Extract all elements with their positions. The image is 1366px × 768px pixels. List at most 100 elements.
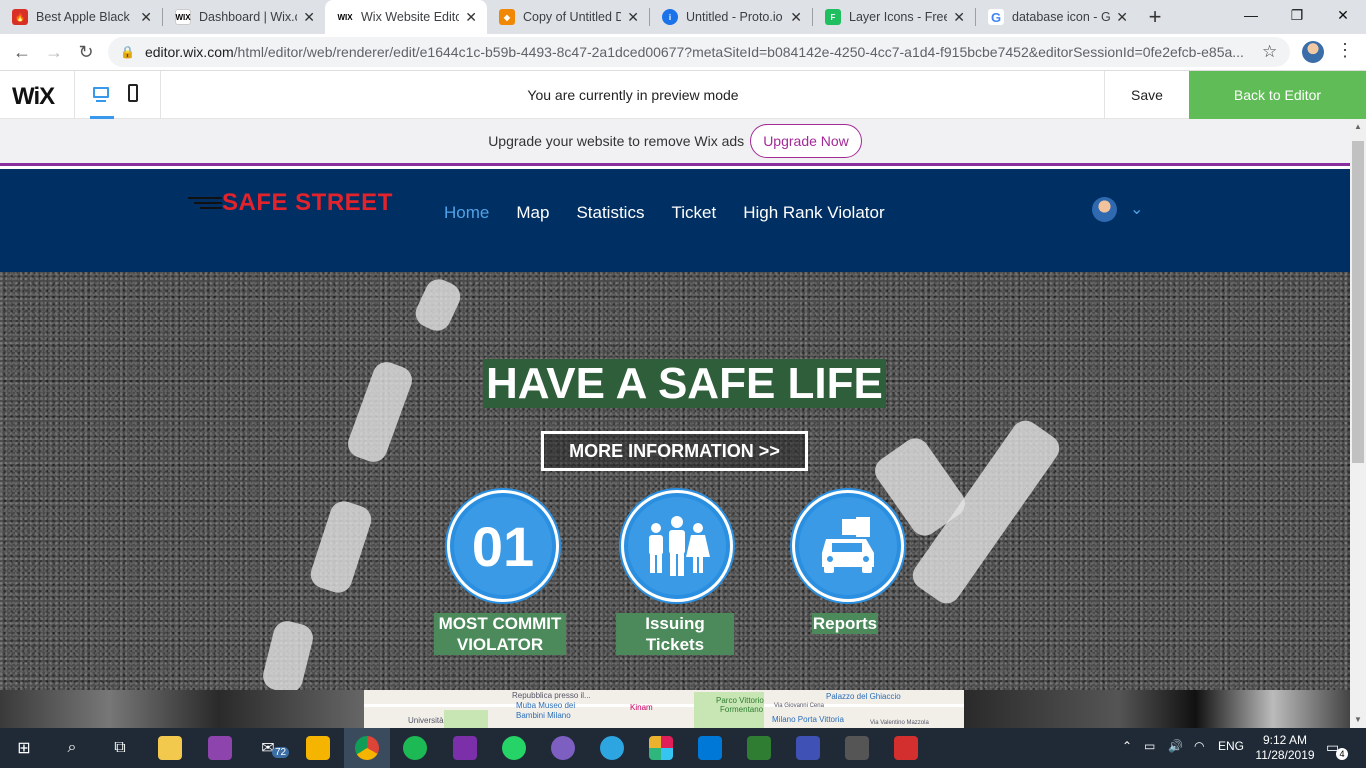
browser-tab[interactable]: G database icon - Go ✕ [976,0,1138,34]
save-button[interactable]: Save [1105,71,1189,119]
window-controls: — ❐ ✕ [1228,0,1366,30]
close-icon[interactable]: ✕ [627,9,639,26]
tab-label: Best Apple Black F [36,10,134,24]
upgrade-message: Upgrade your website to remove Wix ads [488,133,745,149]
close-icon[interactable]: ✕ [303,9,315,26]
feature-reports[interactable] [792,490,904,602]
nav-item-high-rank-violator[interactable]: High Rank Violator [743,203,884,223]
browser-tab[interactable]: WIX Dashboard | Wix.c ✕ [163,0,325,34]
people-group-icon [649,516,710,576]
nav-item-ticket[interactable]: Ticket [671,203,716,223]
chevron-down-icon[interactable]: ⌄ [1130,199,1143,219]
feature-label: Issuing Tickets [616,613,734,655]
whatsapp-icon[interactable] [502,736,526,760]
browser-tab-active[interactable]: WIX Wix Website Edito ✕ [325,0,487,34]
close-icon[interactable]: ✕ [953,9,965,26]
road-paint [260,618,316,690]
vscode-icon[interactable] [698,736,722,760]
upgrade-now-button[interactable]: Upgrade Now [750,124,862,158]
onenote-icon[interactable] [453,736,477,760]
task-view-icon[interactable]: ⧉ [108,736,132,760]
feature-label: Reports [812,613,878,634]
minimize-icon[interactable]: — [1228,0,1274,30]
map-label: Palazzo del Ghiaccio [826,692,901,701]
url-text: editor.wix.com/html/editor/web/renderer/… [144,44,1244,60]
speed-lines-icon [188,193,222,213]
more-information-button[interactable]: MORE INFORMATION >> [541,431,808,471]
bookmark-star-icon[interactable]: ☆ [1262,42,1277,62]
nav-item-statistics[interactable]: Statistics [576,203,644,223]
page-scrollbar[interactable]: ▲ ▼ [1350,119,1366,729]
close-window-icon[interactable]: ✕ [1320,0,1366,30]
google-icon: G [988,9,1004,25]
feature-most-commit-violator[interactable]: 01 [447,490,559,602]
clock[interactable]: 9:12 AM 11/28/2019 [1252,733,1318,763]
photos-icon[interactable] [845,736,869,760]
map-label: Università [408,716,444,725]
back-to-editor-button[interactable]: Back to Editor [1189,71,1366,119]
close-icon[interactable]: ✕ [140,9,152,26]
scroll-up-icon[interactable]: ▲ [1354,122,1362,131]
file-explorer-icon[interactable] [306,736,330,760]
clock-time: 9:12 AM [1262,733,1308,747]
volume-icon[interactable]: 🔊 [1168,739,1183,753]
windows-start-icon[interactable]: ⊞ [12,736,36,760]
hero-title: HAVE A SAFE LIFE [483,359,886,408]
wifi-icon[interactable]: ◠ [1194,739,1204,753]
browser-tab[interactable]: F Layer Icons - Free ✕ [813,0,975,34]
back-arrow-icon[interactable]: ← [6,42,38,63]
feature-label: MOST COMMIT VIOLATOR [434,613,566,655]
language-indicator[interactable]: ENG [1218,739,1244,753]
city-image [964,690,1350,728]
spotify-icon[interactable] [403,736,427,760]
visual-studio-icon[interactable] [208,736,232,760]
nav-item-map[interactable]: Map [516,203,549,223]
map-label: Via Valentino Mazzola [870,720,929,726]
battery-icon[interactable]: ▭ [1144,739,1155,753]
search-icon[interactable]: ⌕ [60,736,84,760]
scroll-down-icon[interactable]: ▼ [1354,715,1362,724]
reload-icon[interactable]: ↻ [70,42,102,63]
scroll-thumb[interactable] [1352,141,1364,463]
close-icon[interactable]: ✕ [1116,9,1128,26]
tab-label: Wix Website Edito [361,10,459,24]
map-park [444,710,488,728]
forward-arrow-icon[interactable]: → [38,42,70,63]
acrobat-icon[interactable] [894,736,918,760]
site-header: SAFE STREET Home Map Statistics Ticket H… [0,169,1350,272]
close-icon[interactable]: ✕ [465,9,477,26]
feature-issuing-tickets[interactable] [621,490,733,602]
road-paint [344,358,416,466]
profile-avatar[interactable] [1302,41,1324,63]
member-avatar[interactable] [1092,197,1117,222]
map-label: Bambini Milano [516,711,571,720]
map-embed[interactable]: Repubblica presso il... Muba Museo dei B… [364,690,964,728]
map-label: Via Giovanni Cena [774,703,824,709]
browser-tab[interactable]: 🔥 Best Apple Black F ✕ [0,0,162,34]
bottom-section: Repubblica presso il... Muba Museo dei B… [0,690,1350,728]
map-label: Kinam [630,703,653,712]
store-icon[interactable] [158,736,182,760]
chrome-icon[interactable] [355,736,379,760]
wix-preview-bar: WiX You are currently in preview mode Sa… [0,71,1366,119]
drawio-icon: ◆ [499,9,515,25]
chart-app-icon[interactable] [747,736,771,760]
browser-tab[interactable]: ◆ Copy of Untitled D ✕ [487,0,649,34]
tab-label: Layer Icons - Free [849,10,947,24]
site-logo[interactable]: SAFE STREET [188,189,393,217]
maximize-icon[interactable]: ❐ [1274,0,1320,30]
chat-app-icon[interactable] [551,736,575,760]
telegram-icon[interactable] [600,736,624,760]
new-tab-button[interactable]: + [1138,0,1172,34]
close-icon[interactable]: ✕ [790,9,802,26]
slack-icon[interactable] [649,736,673,760]
browser-tab[interactable]: i Untitled - Proto.io ✕ [650,0,812,34]
chevron-up-icon[interactable]: ⌃ [1122,739,1132,753]
address-bar[interactable]: 🔒 editor.wix.com/html/editor/web/rendere… [108,37,1290,67]
road-paint [411,274,465,336]
app-icon[interactable] [796,736,820,760]
windows-taskbar: ⊞ ⌕ ⧉ ✉ 72 ⌃ ▭ 🔊 ◠ ENG 9:12 AM 11/28/201… [0,728,1366,768]
menu-dots-icon[interactable]: ⋮ [1336,40,1354,61]
preview-mode-message: You are currently in preview mode [527,87,739,103]
nav-item-home[interactable]: Home [444,203,489,223]
